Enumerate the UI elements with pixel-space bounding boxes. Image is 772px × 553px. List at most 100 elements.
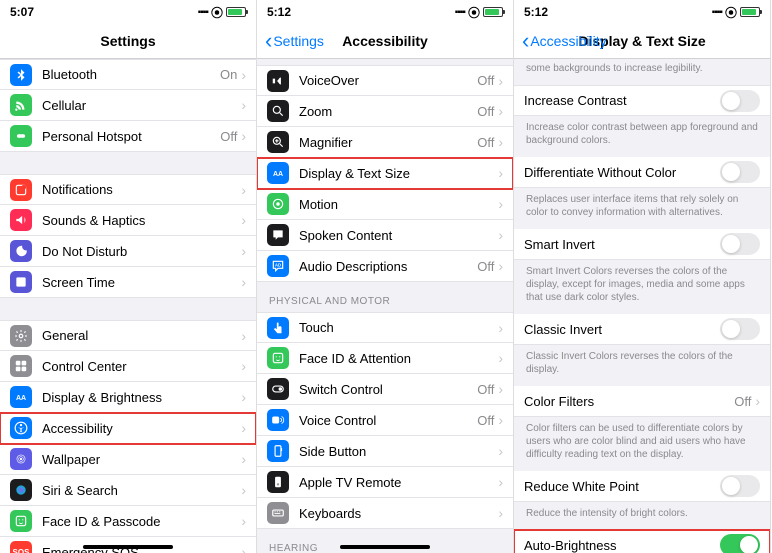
home-indicator[interactable] — [340, 545, 430, 549]
chevron-right-icon: › — [498, 165, 503, 181]
settings-content[interactable]: BluetoothOn›Cellular›Personal HotspotOff… — [0, 59, 256, 553]
row-motion[interactable]: Motion› — [257, 189, 513, 220]
row-label: Display & Brightness — [42, 390, 241, 405]
row-icon — [10, 271, 32, 293]
row-sounds-haptics[interactable]: Sounds & Haptics› — [0, 205, 256, 236]
footer-text: some backgrounds to increase legibility. — [514, 59, 770, 85]
accessibility-content[interactable]: VoiceOverOff›ZoomOff›MagnifierOff›Displa… — [257, 59, 513, 553]
chevron-right-icon: › — [498, 73, 503, 89]
row-label: Voice Control — [299, 413, 477, 428]
row-keyboards[interactable]: Keyboards› — [257, 498, 513, 529]
row-value: Off — [220, 129, 237, 144]
kb-icon — [271, 506, 285, 520]
chevron-right-icon: › — [498, 258, 503, 274]
toggle-switch[interactable] — [720, 233, 760, 255]
row-notifications[interactable]: Notifications› — [0, 174, 256, 205]
toggle-switch[interactable] — [720, 534, 760, 553]
row-icon — [267, 131, 289, 153]
row-spoken-content[interactable]: Spoken Content› — [257, 220, 513, 251]
row-side-button[interactable]: Side Button› — [257, 436, 513, 467]
row-differentiate-without-color[interactable]: Differentiate Without Color — [514, 157, 770, 188]
siri-icon — [14, 483, 28, 497]
row-label: Siri & Search — [42, 483, 241, 498]
row-auto-brightness[interactable]: Auto-Brightness — [514, 530, 770, 553]
screen-display-text-size: 5:12 ▪▪▪▪ ⦿ Accessibility Display & Text… — [514, 0, 771, 553]
row-switch-control[interactable]: Switch ControlOff› — [257, 374, 513, 405]
motion-icon — [271, 197, 285, 211]
chevron-right-icon: › — [241, 97, 246, 113]
bluetooth-icon — [14, 68, 28, 82]
screentime-icon — [14, 275, 28, 289]
chevron-right-icon: › — [498, 505, 503, 521]
wall-icon — [14, 452, 28, 466]
row-general[interactable]: General› — [0, 320, 256, 351]
nav-bar: Settings Accessibility — [257, 24, 513, 59]
row-voiceover[interactable]: VoiceOverOff› — [257, 65, 513, 96]
row-personal-hotspot[interactable]: Personal HotspotOff› — [0, 121, 256, 152]
row-display-text-size[interactable]: Display & Text Size› — [257, 158, 513, 189]
display-text-content[interactable]: some backgrounds to increase legibility.… — [514, 59, 770, 553]
chevron-right-icon: › — [498, 103, 503, 119]
row-icon — [10, 510, 32, 532]
row-accessibility[interactable]: Accessibility› — [0, 413, 256, 444]
chevron-right-icon: › — [241, 243, 246, 259]
row-cellular[interactable]: Cellular› — [0, 90, 256, 121]
row-label: Zoom — [299, 104, 477, 119]
row-control-center[interactable]: Control Center› — [0, 351, 256, 382]
row-display-brightness[interactable]: Display & Brightness› — [0, 382, 256, 413]
row-color-filters[interactable]: Color FiltersOff› — [514, 386, 770, 417]
row-screen-time[interactable]: Screen Time› — [0, 267, 256, 298]
chevron-right-icon: › — [241, 482, 246, 498]
side-icon — [271, 444, 285, 458]
row-reduce-white-point[interactable]: Reduce White Point — [514, 471, 770, 502]
row-do-not-disturb[interactable]: Do Not Disturb› — [0, 236, 256, 267]
row-icon — [10, 209, 32, 231]
row-touch[interactable]: Touch› — [257, 312, 513, 343]
chevron-right-icon: › — [498, 412, 503, 428]
toggle-switch[interactable] — [720, 318, 760, 340]
row-icon — [267, 224, 289, 246]
row-face-id-passcode[interactable]: Face ID & Passcode› — [0, 506, 256, 537]
chevron-right-icon: › — [498, 474, 503, 490]
chevron-right-icon: › — [498, 227, 503, 243]
row-label: Touch — [299, 320, 498, 335]
cell-icon — [14, 98, 28, 112]
row-classic-invert[interactable]: Classic Invert — [514, 314, 770, 345]
row-label: Spoken Content — [299, 228, 498, 243]
row-zoom[interactable]: ZoomOff› — [257, 96, 513, 127]
chevron-right-icon: › — [241, 328, 246, 344]
row-apple-tv-remote[interactable]: Apple TV Remote› — [257, 467, 513, 498]
toggle-switch[interactable] — [720, 475, 760, 497]
row-value: Off — [477, 259, 494, 274]
footer-text: Reduce the intensity of bright colors. — [514, 502, 770, 530]
row-siri-search[interactable]: Siri & Search› — [0, 475, 256, 506]
chevron-right-icon: › — [755, 393, 760, 409]
home-indicator[interactable] — [83, 545, 173, 549]
row-wallpaper[interactable]: Wallpaper› — [0, 444, 256, 475]
row-value: Off — [477, 382, 494, 397]
toggle-switch[interactable] — [720, 90, 760, 112]
face-icon — [14, 514, 28, 528]
row-magnifier[interactable]: MagnifierOff› — [257, 127, 513, 158]
row-icon — [10, 64, 32, 86]
row-face-id-attention[interactable]: Face ID & Attention› — [257, 343, 513, 374]
chevron-right-icon: › — [241, 451, 246, 467]
back-button[interactable]: Settings — [265, 30, 324, 52]
row-label: Screen Time — [42, 275, 241, 290]
row-bluetooth[interactable]: BluetoothOn› — [0, 59, 256, 90]
chevron-right-icon: › — [241, 274, 246, 290]
row-icon — [10, 417, 32, 439]
back-button[interactable]: Accessibility — [522, 30, 607, 52]
row-icon — [10, 240, 32, 262]
row-voice-control[interactable]: Voice ControlOff› — [257, 405, 513, 436]
toggle-switch[interactable] — [720, 161, 760, 183]
row-label: Switch Control — [299, 382, 477, 397]
row-increase-contrast[interactable]: Increase Contrast — [514, 85, 770, 116]
status-time: 5:12 — [267, 5, 291, 19]
row-icon — [267, 70, 289, 92]
row-label: Cellular — [42, 98, 241, 113]
row-audio-descriptions[interactable]: Audio DescriptionsOff› — [257, 251, 513, 282]
row-icon — [10, 355, 32, 377]
notif-icon — [14, 183, 28, 197]
row-smart-invert[interactable]: Smart Invert — [514, 229, 770, 260]
